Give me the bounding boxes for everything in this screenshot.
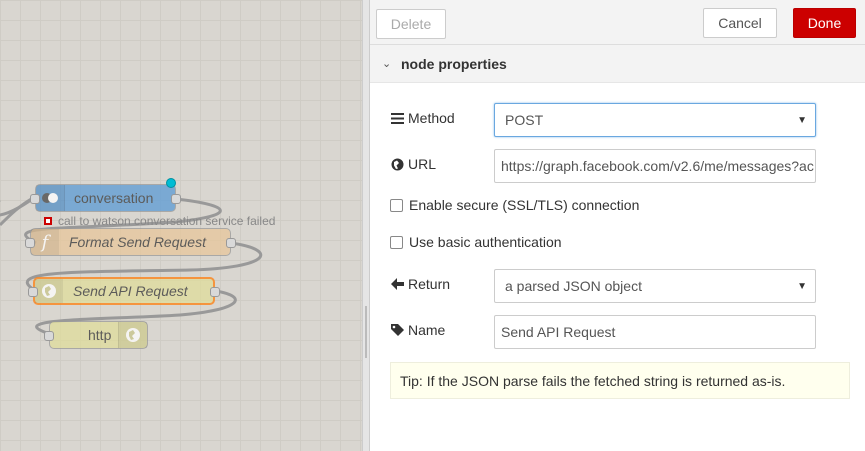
flow-canvas[interactable]: conversation call to watson conversation… [0,0,362,451]
tip-text: Tip: If the JSON parse fails the fetched… [400,372,786,389]
return-label: Return [390,276,450,292]
node-format-send-request[interactable]: f Format Send Request [30,228,231,256]
ssl-label: Enable secure (SSL/TLS) connection [409,197,640,213]
section-title: node properties [401,55,507,72]
name-input[interactable]: Send API Request [494,315,816,349]
name-label-text: Name [408,322,446,338]
done-button[interactable]: Done [793,8,856,38]
chevron-down-icon: ⌄ [382,58,392,70]
globe-icon [118,322,147,348]
return-value: a parsed JSON object [505,278,642,294]
output-port[interactable] [171,194,181,204]
return-select[interactable]: a parsed JSON object ▼ [494,269,816,303]
name-label: Name [390,322,445,338]
node-conversation[interactable]: conversation [35,184,176,212]
caret-down-icon: ▼ [797,281,807,292]
node-label: conversation [74,190,154,206]
tray-toolbar: Delete Cancel Done [370,0,865,45]
method-select[interactable]: POST ▼ [494,103,816,137]
edit-tray: Delete Cancel Done ⌄ node properties Met… [370,0,865,451]
method-value: POST [505,112,544,128]
node-label: Send API Request [73,283,188,299]
url-value: https://graph.facebook.com/v2.6/me/messa… [501,158,814,174]
auth-label: Use basic authentication [409,234,562,250]
method-label-text: Method [408,110,455,126]
changed-indicator [166,178,176,188]
caret-down-icon: ▼ [797,115,807,126]
node-label: http [88,327,112,343]
function-icon: f [31,229,59,255]
node-properties-header[interactable]: ⌄ node properties [370,45,865,83]
output-port[interactable] [226,238,236,248]
output-port[interactable] [210,287,220,297]
node-label: Format Send Request [69,234,206,250]
url-input[interactable]: https://graph.facebook.com/v2.6/me/messa… [494,149,816,183]
return-label-text: Return [408,276,451,292]
tag-icon [390,323,404,337]
ssl-checkbox-row[interactable]: Enable secure (SSL/TLS) connection [390,197,639,213]
cancel-button[interactable]: Cancel [703,8,777,38]
list-icon [390,112,404,124]
node-status-text: call to watson conversation service fail… [58,214,276,228]
globe-icon [35,279,63,303]
status-error-icon [44,217,52,225]
delete-button[interactable]: Delete [376,9,446,39]
node-http[interactable]: http [49,321,148,349]
tip-box: Tip: If the JSON parse fails the fetched… [390,362,850,399]
splitter-grip[interactable] [365,306,367,358]
globe-icon [390,158,404,171]
input-port[interactable] [28,287,38,297]
arrow-left-icon [390,278,404,290]
auth-checkbox[interactable] [390,235,403,249]
auth-checkbox-row[interactable]: Use basic authentication [390,234,562,250]
panel-splitter[interactable] [362,0,370,451]
input-port[interactable] [30,194,40,204]
url-label-text: URL [408,156,437,172]
ssl-checkbox[interactable] [390,198,403,212]
method-label: Method [390,110,455,126]
url-label: URL [390,156,436,172]
input-port[interactable] [44,331,54,341]
node-send-api-request[interactable]: Send API Request [33,277,215,305]
name-value: Send API Request [501,324,616,340]
conversation-icon [36,185,65,211]
input-port[interactable] [25,238,35,248]
